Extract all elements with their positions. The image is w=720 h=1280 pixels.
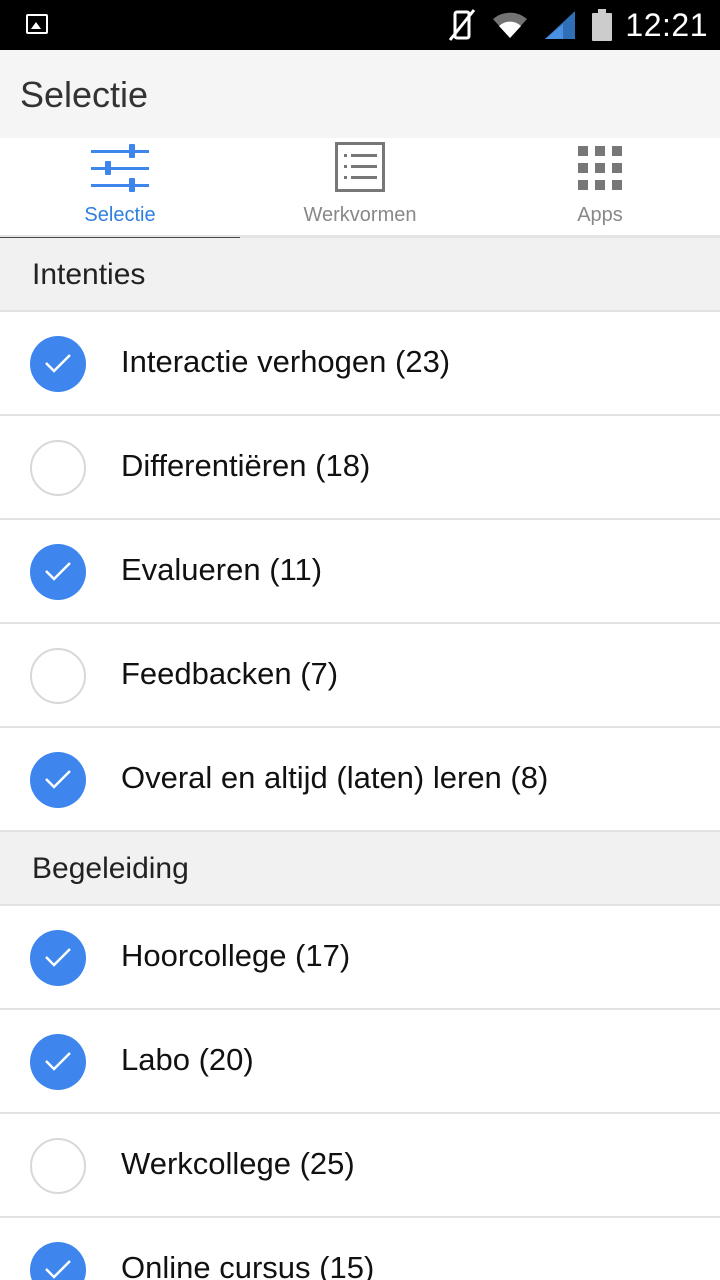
section-title: Begeleiding xyxy=(32,852,189,885)
app-bar: Selectie xyxy=(0,50,720,138)
page-title: Selectie xyxy=(20,74,149,115)
list-item[interactable]: Hoorcollege (17) xyxy=(0,906,720,1010)
image-icon xyxy=(26,14,48,34)
check-icon xyxy=(45,948,71,967)
section-title: Intenties xyxy=(32,258,146,291)
check-icon xyxy=(45,562,71,581)
tab-bar: Selectie Werkvormen Apps xyxy=(0,138,720,241)
tab-label: Apps xyxy=(577,204,623,226)
check-icon xyxy=(45,354,71,373)
check-icon xyxy=(45,1052,71,1071)
status-icons: 12:21 xyxy=(433,4,708,46)
signal-icon xyxy=(545,11,576,39)
tab-label: Werkvormen xyxy=(303,204,417,226)
checkbox[interactable] xyxy=(30,336,86,392)
checkbox[interactable] xyxy=(30,648,86,704)
checkbox[interactable] xyxy=(30,1034,86,1090)
wifi-icon xyxy=(493,12,528,38)
list-item-label: Hoorcollege (17) xyxy=(121,938,351,973)
list-item-label: Werkcollege (25) xyxy=(121,1146,355,1181)
list-item[interactable]: Feedbacken (7) xyxy=(0,624,720,728)
list-item[interactable]: Labo (20) xyxy=(0,1010,720,1114)
section-header-begeleiding: Begeleiding xyxy=(0,832,720,906)
tab-selectie[interactable]: Selectie xyxy=(0,138,240,241)
checkbox[interactable] xyxy=(30,544,86,600)
selection-list: Intenties Interactie verhogen (23) Diffe… xyxy=(0,238,720,1280)
check-icon xyxy=(45,1260,71,1279)
list-item[interactable]: Online cursus (15) xyxy=(0,1218,720,1280)
tab-apps[interactable]: Apps xyxy=(480,138,720,238)
status-bar: 12:21 xyxy=(0,0,720,50)
list-item-label: Evalueren (11) xyxy=(121,552,323,587)
tab-label: Selectie xyxy=(84,204,156,226)
list-item[interactable]: Werkcollege (25) xyxy=(0,1114,720,1218)
list-item-label: Feedbacken (7) xyxy=(121,656,339,691)
checkbox[interactable] xyxy=(30,930,86,986)
list-item[interactable]: Evalueren (11) xyxy=(0,520,720,624)
tab-werkvormen[interactable]: Werkvormen xyxy=(240,138,480,238)
list-item[interactable]: Interactie verhogen (23) xyxy=(0,312,720,416)
list-item-label: Overal en altijd (laten) leren (8) xyxy=(121,760,549,795)
sliders-icon xyxy=(91,144,149,192)
list-item-label: Online cursus (15) xyxy=(121,1250,375,1280)
list-item-label: Differentiëren (18) xyxy=(121,448,371,483)
list-icon xyxy=(335,142,385,192)
checkbox[interactable] xyxy=(30,752,86,808)
apps-grid-icon xyxy=(578,146,622,190)
checkbox[interactable] xyxy=(30,1138,86,1194)
checkbox[interactable] xyxy=(30,440,86,496)
section-header-intenties: Intenties xyxy=(0,238,720,312)
list-item-label: Labo (20) xyxy=(121,1042,254,1077)
list-item[interactable]: Overal en altijd (laten) leren (8) xyxy=(0,728,720,832)
clock: 12:21 xyxy=(625,6,708,43)
checkbox[interactable] xyxy=(30,1242,86,1280)
list-item[interactable]: Differentiëren (18) xyxy=(0,416,720,520)
list-item-label: Interactie verhogen (23) xyxy=(121,344,451,379)
vibrate-off-icon xyxy=(449,9,476,41)
check-icon xyxy=(45,770,71,789)
battery-icon xyxy=(592,9,613,41)
